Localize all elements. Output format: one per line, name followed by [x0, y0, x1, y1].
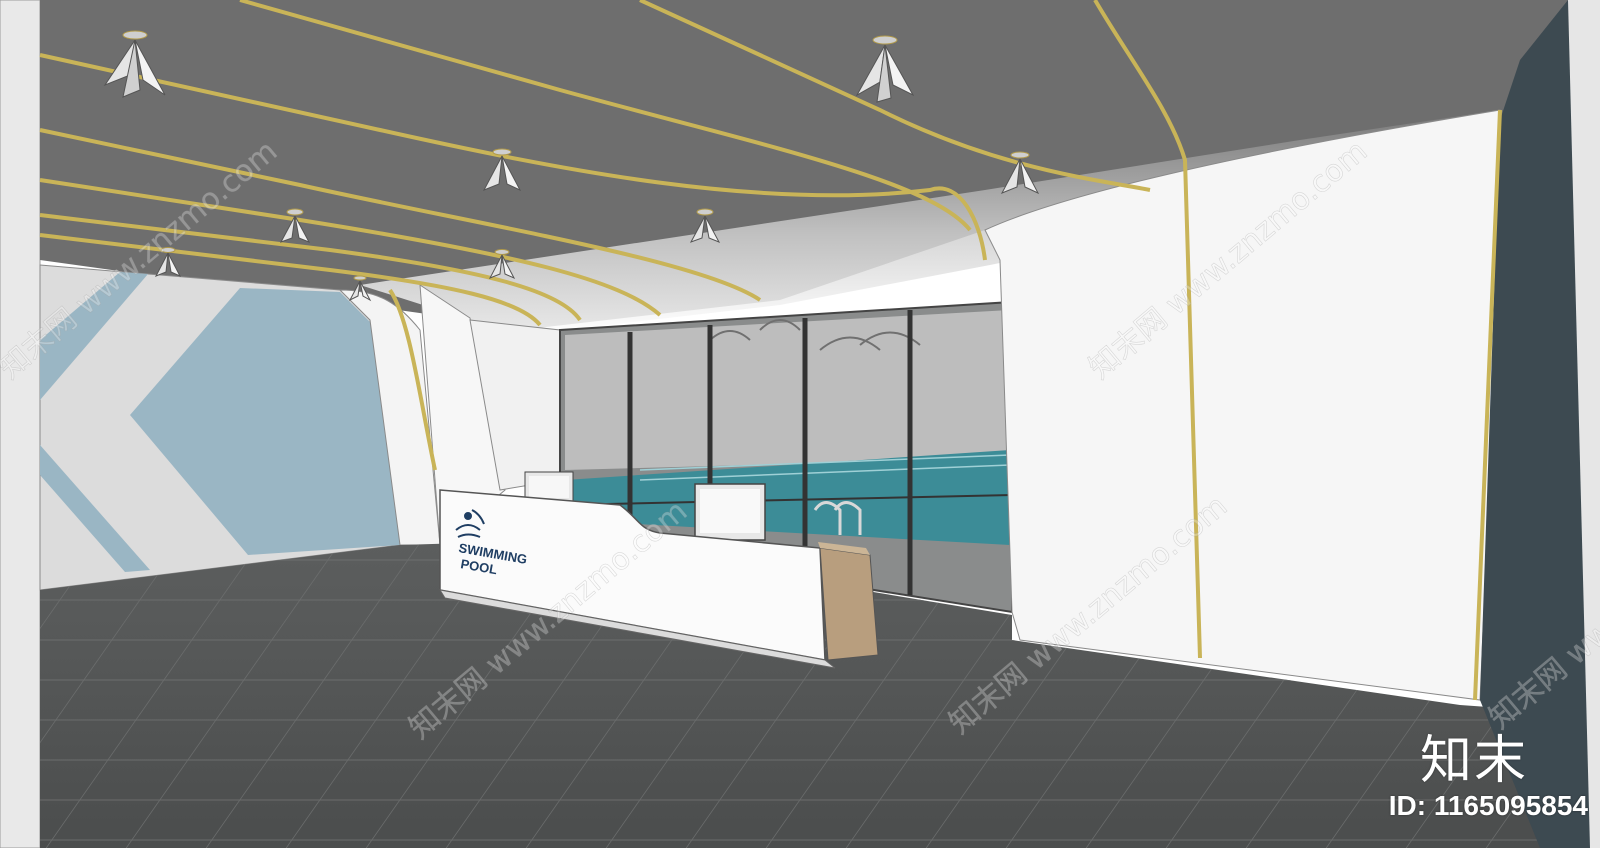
left-column	[0, 0, 41, 848]
image-id-label: ID: 1165095854	[1388, 790, 1588, 821]
brand-mark: 知末	[1419, 731, 1528, 791]
scene: SWIMMING POOL 知末网 www.znzmo.com 知末网 www.…	[0, 0, 1600, 848]
interior-render: SWIMMING POOL 知末网 www.znzmo.com 知末网 www.…	[0, 0, 1600, 848]
